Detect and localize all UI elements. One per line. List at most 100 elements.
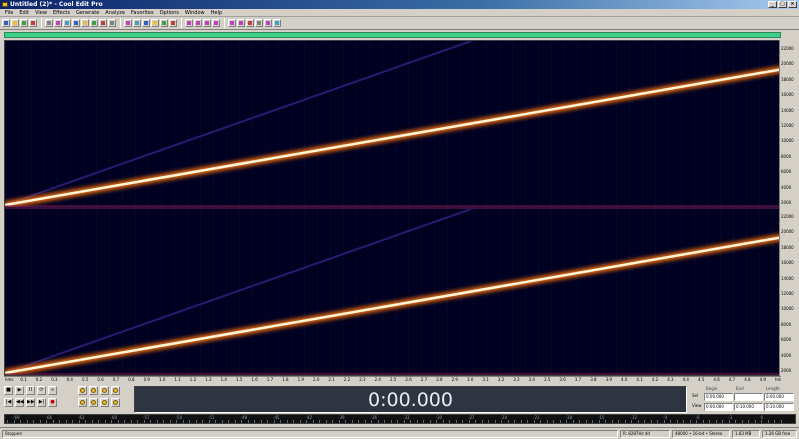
sel-begin-field[interactable]: 0:00.000 <box>704 393 733 401</box>
right-noise-band <box>343 209 344 375</box>
right-frequency-scale[interactable]: 22000 20000 18000 16000 14000 12000 10000 8000 6… <box>779 208 798 376</box>
multitrack-icon[interactable] <box>29 19 37 27</box>
cd-icon[interactable] <box>203 19 211 27</box>
record-icon[interactable] <box>133 19 141 27</box>
view-length-field[interactable]: 0:10.000 <box>764 403 794 411</box>
undo-icon[interactable] <box>99 19 107 27</box>
waveform-overview-bar[interactable] <box>4 32 781 38</box>
close-button[interactable]: × <box>788 1 797 8</box>
left-noise-band <box>44 41 45 207</box>
level-meter-tick <box>592 420 593 423</box>
spectral-view-icon[interactable] <box>151 19 159 27</box>
level-meter-tick <box>91 420 93 423</box>
app-icon[interactable] <box>2 2 8 7</box>
waveform-view-icon[interactable] <box>142 19 150 27</box>
left-frequency-tick: 12000 <box>781 123 794 128</box>
copy-icon[interactable] <box>54 19 62 27</box>
level-meter-tick <box>689 420 691 423</box>
level-meter-tick <box>195 420 197 423</box>
sel-end-field[interactable] <box>734 393 763 401</box>
amplify-icon[interactable] <box>246 19 254 27</box>
zoom-left-icon[interactable] <box>78 398 87 407</box>
pause-button[interactable]: II <box>26 386 35 395</box>
status-format: 48000 • 16-bit • Stereo <box>672 430 730 438</box>
menu-file[interactable]: File <box>2 9 16 17</box>
level-meter-tick <box>410 420 411 423</box>
zoom-out-horizontal-icon[interactable] <box>89 386 98 395</box>
menu-window[interactable]: Window <box>182 9 208 17</box>
favorite-icon[interactable] <box>228 19 236 27</box>
level-meter-tick <box>514 420 515 423</box>
left-frequency-scale[interactable]: 22000 20000 18000 16000 14000 12000 10000 8000 6… <box>779 40 798 208</box>
save-icon[interactable] <box>20 19 28 27</box>
maximize-button[interactable]: □ <box>778 1 787 8</box>
menu-edit[interactable]: Edit <box>16 9 32 17</box>
play-looped-button[interactable]: ⟳ <box>37 386 46 395</box>
fast-forward-button[interactable]: ▶▶ <box>26 398 35 407</box>
marker-icon[interactable] <box>194 19 202 27</box>
view-end-field[interactable]: 0:10.000 <box>734 403 763 411</box>
level-meter-tick <box>377 420 379 423</box>
redo-icon[interactable] <box>108 19 116 27</box>
help-icon[interactable] <box>273 19 281 27</box>
left-noise-band <box>720 41 721 207</box>
zoom-right-icon[interactable] <box>89 398 98 407</box>
repeat-icon[interactable] <box>124 19 132 27</box>
zoom-in-vertical-icon[interactable] <box>100 398 109 407</box>
menu-favorites[interactable]: Favorites <box>128 9 157 17</box>
time-ruler[interactable]: hms 0.1 0.2 0.3 0.4 0.5 0.6 0.7 0.8 0.9 1.0 1.1 1.2 1… <box>4 376 781 383</box>
open-icon[interactable] <box>11 19 19 27</box>
cut-icon[interactable] <box>45 19 53 27</box>
menu-generate[interactable]: Generate <box>73 9 102 17</box>
mix-paste-icon[interactable] <box>72 19 80 27</box>
mix-icon[interactable] <box>212 19 220 27</box>
minimize-button[interactable]: _ <box>768 1 777 8</box>
time-ruler-tick: 4.0 <box>621 377 628 382</box>
spectral-display[interactable] <box>4 40 782 376</box>
record-button[interactable]: ● <box>48 398 57 407</box>
new-icon[interactable] <box>2 19 10 27</box>
right-noise-band <box>239 209 240 375</box>
play-to-end-button[interactable]: ∞ <box>48 386 57 395</box>
zoom-out-vertical-icon[interactable] <box>111 398 120 407</box>
left-noise-band <box>304 41 305 207</box>
trim-icon[interactable] <box>81 19 89 27</box>
zoom-icon[interactable] <box>160 19 168 27</box>
scrub-icon[interactable] <box>169 19 177 27</box>
left-channel-spectrogram[interactable] <box>5 41 782 207</box>
menu-view[interactable]: View <box>32 9 50 17</box>
level-meter-tick <box>436 420 437 423</box>
time-ruler-tick: hms <box>5 377 14 382</box>
menu-options[interactable]: Options <box>157 9 182 17</box>
go-to-end-button[interactable]: ▶| <box>37 398 46 407</box>
level-meter-tick <box>579 420 580 423</box>
sel-length-field[interactable]: 0:00.000 <box>764 393 794 401</box>
level-meter-tick <box>774 420 775 423</box>
zoom-selection-icon[interactable] <box>111 386 120 395</box>
level-meter-tick <box>156 420 158 423</box>
menu-help[interactable]: Help <box>208 9 225 17</box>
invert-icon[interactable] <box>264 19 272 27</box>
play-button[interactable]: ▶ <box>15 386 24 395</box>
rewind-button[interactable]: ◀◀ <box>15 398 24 407</box>
view-begin-field[interactable]: 0:00.000 <box>704 403 733 411</box>
reverse-icon[interactable] <box>255 19 263 27</box>
paste-icon[interactable] <box>63 19 71 27</box>
level-meter-tick <box>351 420 353 423</box>
level-meter-tick <box>449 420 450 423</box>
stop-button[interactable]: ■ <box>4 386 13 395</box>
settings-icon[interactable] <box>185 19 193 27</box>
time-ruler-tick: 4.4 <box>682 377 689 382</box>
menu-effects[interactable]: Effects <box>50 9 73 17</box>
zoom-full-icon[interactable] <box>100 386 109 395</box>
left-noise-band <box>57 41 58 207</box>
zoom-in-horizontal-icon[interactable] <box>78 386 87 395</box>
level-meter-tick <box>501 420 502 423</box>
go-to-beginning-button[interactable]: |◀ <box>4 398 13 407</box>
menu-analyze[interactable]: Analyze <box>102 9 128 17</box>
right-noise-band <box>772 209 773 375</box>
silence-icon[interactable] <box>90 19 98 27</box>
left-noise-band <box>681 41 682 207</box>
analyze-icon[interactable] <box>237 19 245 27</box>
right-channel-spectrogram[interactable] <box>5 209 782 375</box>
